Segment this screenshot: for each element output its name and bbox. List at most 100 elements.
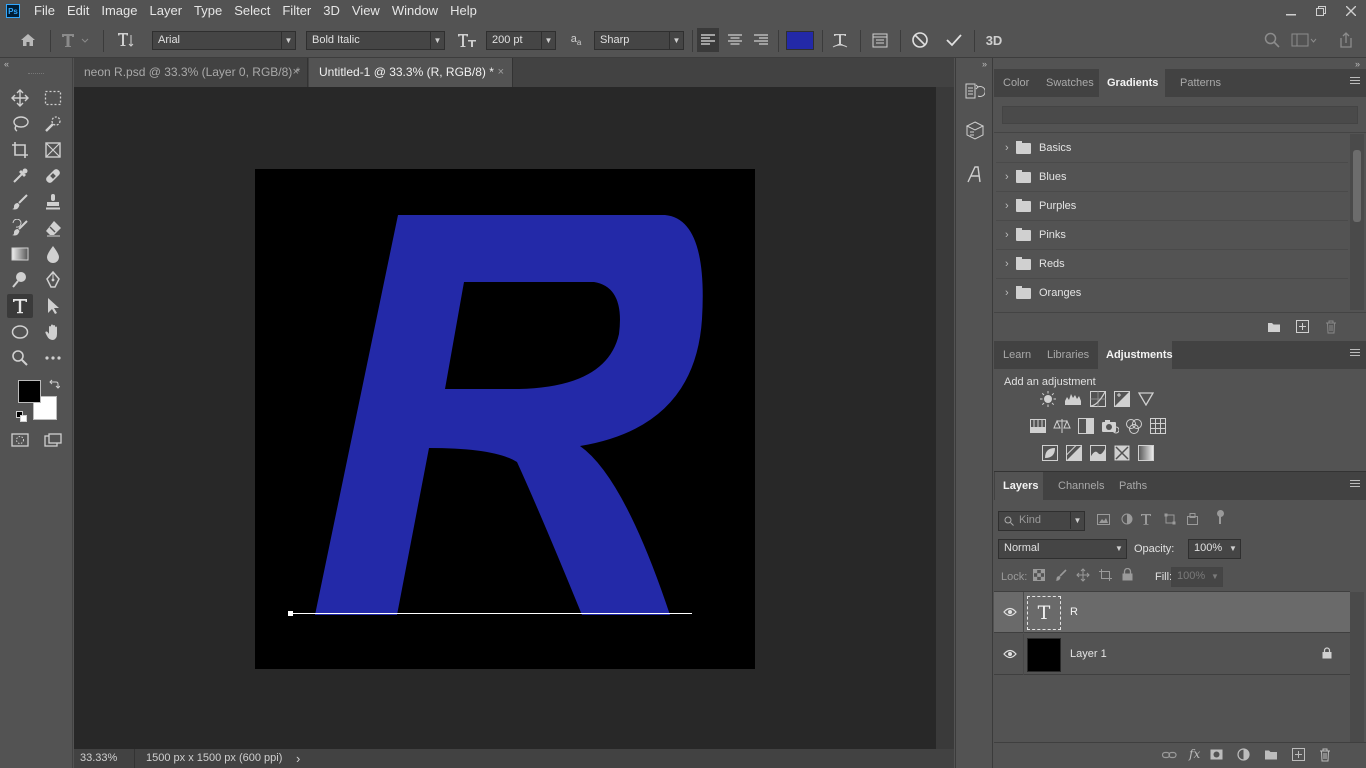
move-tool[interactable] [7, 86, 33, 110]
screen-mode-button[interactable] [40, 428, 66, 452]
frame-tool[interactable] [40, 138, 66, 162]
tab-color[interactable]: Color [995, 69, 1037, 97]
crop-tool[interactable] [7, 138, 33, 162]
workspace-button[interactable] [1290, 28, 1318, 52]
tab-paths[interactable]: Paths [1111, 472, 1155, 500]
tab-patterns[interactable]: Patterns [1172, 69, 1229, 97]
layer-kind-filter[interactable]: Kind ▼ [998, 511, 1085, 531]
lock-all-icon[interactable] [1122, 568, 1133, 581]
character-panel-button[interactable] [868, 28, 892, 52]
trash-icon[interactable] [1325, 320, 1337, 334]
font-style-select[interactable]: Bold Italic ▼ [306, 31, 445, 50]
swap-colors-button[interactable] [48, 378, 60, 390]
new-layer-icon[interactable] [1292, 748, 1305, 761]
align-left-button[interactable] [697, 28, 719, 52]
lock-image-pixels-icon[interactable] [1055, 569, 1067, 581]
menu-file[interactable]: File [28, 0, 61, 22]
collapse-toolbox-icon[interactable]: « [4, 59, 9, 69]
antialias-select[interactable]: Sharp ▼ [594, 31, 684, 50]
font-family-select[interactable]: Arial ▼ [152, 31, 296, 50]
visibility-eye-icon[interactable] [1003, 649, 1017, 659]
align-right-button[interactable] [750, 28, 772, 52]
home-button[interactable] [14, 28, 42, 52]
healing-brush-tool[interactable] [40, 164, 66, 188]
character-panel-strip-button[interactable] [965, 164, 985, 184]
levels-icon[interactable] [1064, 390, 1082, 408]
gradient-folder-basics[interactable]: › Basics [996, 134, 1348, 163]
commit-edits-button[interactable] [942, 28, 966, 52]
layer-row-layer-1[interactable]: Layer 1 [994, 634, 1350, 675]
layer-name[interactable]: R [1070, 606, 1078, 618]
menu-layer[interactable]: Layer [144, 0, 189, 22]
lasso-tool[interactable] [7, 112, 33, 136]
brush-tool[interactable] [7, 190, 33, 214]
pen-tool[interactable] [40, 268, 66, 292]
document-canvas[interactable] [255, 169, 755, 669]
gradient-folder-pinks[interactable]: › Pinks [996, 221, 1348, 250]
panel-menu-icon[interactable] [1350, 349, 1360, 359]
clone-stamp-tool[interactable] [40, 190, 66, 214]
foreground-color-swatch[interactable] [18, 380, 41, 403]
tab-libraries[interactable]: Libraries [1039, 341, 1097, 369]
share-button[interactable] [1334, 28, 1358, 52]
eyedropper-tool[interactable] [7, 164, 33, 188]
pixel-layer-filter-icon[interactable] [1097, 514, 1110, 525]
menu-help[interactable]: Help [444, 0, 483, 22]
search-button[interactable] [1260, 28, 1284, 52]
marquee-tool[interactable] [40, 86, 66, 110]
tab-swatches[interactable]: Swatches [1038, 69, 1102, 97]
tab-layers[interactable]: Layers [995, 472, 1043, 500]
menu-image[interactable]: Image [95, 0, 143, 22]
gradient-search-input[interactable] [1002, 106, 1358, 124]
smart-object-filter-icon[interactable] [1187, 513, 1198, 525]
panel-menu-icon[interactable] [1350, 480, 1360, 490]
toggle-text-orientation-button[interactable] [111, 28, 139, 52]
shape-layer-filter-icon[interactable] [1164, 513, 1176, 525]
color-balance-icon[interactable] [1053, 417, 1071, 435]
status-menu-arrow-icon[interactable]: › [296, 749, 300, 768]
history-panel-button[interactable] [965, 81, 985, 101]
add-mask-icon[interactable] [1210, 749, 1223, 760]
close-tab-icon[interactable]: × [293, 58, 299, 87]
tab-neon-r[interactable]: neon R.psd @ 33.3% (Layer 0, RGB/8) * × [74, 58, 308, 87]
restore-button[interactable] [1306, 0, 1336, 22]
gradient-map-icon[interactable] [1137, 444, 1155, 462]
layer-name[interactable]: Layer 1 [1070, 648, 1107, 660]
vibrance-icon[interactable] [1137, 390, 1155, 408]
tab-learn[interactable]: Learn [995, 341, 1039, 369]
ellipse-tool[interactable] [7, 320, 33, 344]
gradient-folder-blues[interactable]: › Blues [996, 163, 1348, 192]
collapse-dock-icon[interactable]: » [1355, 59, 1360, 69]
menu-view[interactable]: View [346, 0, 386, 22]
invert-icon[interactable] [1041, 444, 1059, 462]
vertical-scrollbar[interactable] [936, 87, 954, 749]
menu-3d[interactable]: 3D [317, 0, 346, 22]
opacity-input[interactable]: 100% ▼ [1188, 539, 1241, 559]
collapse-panels-icon[interactable]: » [982, 59, 987, 69]
history-brush-tool[interactable] [7, 216, 33, 240]
align-center-button[interactable] [724, 28, 746, 52]
close-tab-icon[interactable]: × [498, 58, 504, 87]
zoom-tool[interactable] [7, 346, 33, 370]
color-lookup-icon[interactable] [1149, 417, 1167, 435]
quick-selection-tool[interactable] [40, 112, 66, 136]
blend-mode-select[interactable]: Normal ▼ [998, 539, 1127, 559]
delete-layer-icon[interactable] [1319, 748, 1331, 762]
threshold-icon[interactable] [1089, 444, 1107, 462]
type-layer-filter-icon[interactable] [1140, 513, 1152, 525]
path-selection-tool[interactable] [40, 294, 66, 318]
lock-artboard-icon[interactable] [1099, 569, 1112, 581]
text-color-swatch[interactable] [786, 31, 814, 50]
hue-saturation-icon[interactable] [1029, 417, 1047, 435]
zoom-level-field[interactable]: 33.33% [80, 749, 117, 768]
blur-tool[interactable] [40, 242, 66, 266]
tab-untitled-1[interactable]: Untitled-1 @ 33.3% (R, RGB/8) * × [309, 58, 513, 87]
gradient-tool[interactable] [7, 242, 33, 266]
posterize-icon[interactable] [1065, 444, 1083, 462]
menu-filter[interactable]: Filter [276, 0, 317, 22]
default-colors-button[interactable] [16, 411, 27, 422]
menu-edit[interactable]: Edit [61, 0, 95, 22]
menu-select[interactable]: Select [228, 0, 276, 22]
properties-panel-button[interactable] [965, 121, 985, 141]
cancel-edits-button[interactable] [908, 28, 932, 52]
